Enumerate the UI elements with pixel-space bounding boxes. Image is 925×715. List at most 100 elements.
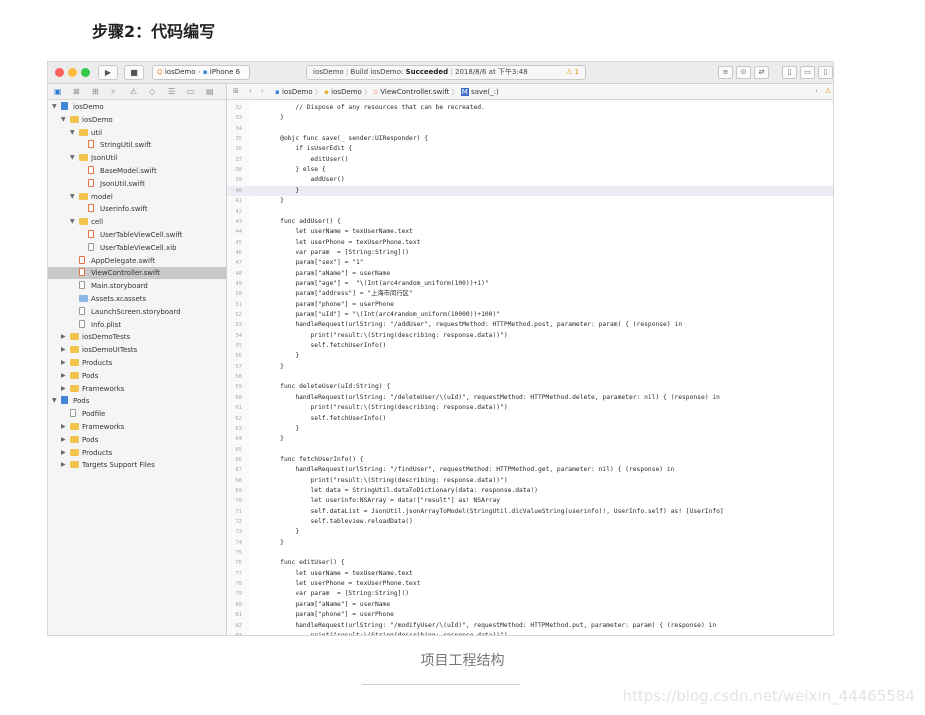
zoom-window-button[interactable] bbox=[81, 68, 90, 77]
disclosure-closed-icon[interactable]: ▶ bbox=[61, 331, 69, 343]
breadcrumb-item[interactable]: ViewController.swift bbox=[380, 88, 449, 96]
tree-item[interactable]: ▶ Frameworks bbox=[48, 383, 226, 395]
disclosure-closed-icon[interactable]: ▶ bbox=[61, 447, 69, 459]
tree-item[interactable]: ▼ JsonUtil bbox=[48, 152, 226, 164]
source-editor[interactable]: 32 // Dispose of any resources that can … bbox=[227, 100, 833, 636]
disclosure-open-icon[interactable]: ▼ bbox=[52, 101, 60, 113]
disclosure-open-icon[interactable]: ▼ bbox=[70, 152, 78, 164]
tree-item[interactable]: JsonUtil.swift bbox=[48, 178, 226, 190]
issue-navigator-icon[interactable]: ⚠ bbox=[130, 87, 137, 96]
toggle-navigator-icon[interactable]: ▯ bbox=[782, 66, 797, 79]
disclosure-open-icon[interactable]: ▼ bbox=[70, 191, 78, 203]
line-number: 55 bbox=[235, 343, 242, 350]
tree-item-label: Main.storyboard bbox=[91, 282, 148, 291]
tree-item[interactable]: UserTableViewCell.swift bbox=[48, 229, 226, 241]
tree-item[interactable]: ▶ Products bbox=[48, 447, 226, 459]
back-icon[interactable]: ‹ bbox=[815, 87, 818, 95]
tree-item[interactable]: ▶ Frameworks bbox=[48, 421, 226, 433]
toggle-debug-area-icon[interactable]: ▭ bbox=[800, 66, 815, 79]
tree-item[interactable]: ▼ cell bbox=[48, 216, 226, 228]
tree-item[interactable]: ▼ model bbox=[48, 191, 226, 203]
disclosure-closed-icon[interactable]: ▶ bbox=[61, 383, 69, 395]
doc-icon bbox=[70, 409, 76, 418]
disclosure-closed-icon[interactable]: ▶ bbox=[61, 434, 69, 446]
stop-icon: ■ bbox=[130, 68, 138, 77]
scheme-selector[interactable]: ⛭ iosDemo › ▪ iPhone 6 bbox=[152, 65, 250, 80]
tree-item[interactable]: LaunchScreen.storyboard bbox=[48, 306, 226, 318]
tree-item[interactable]: ▶ Pods bbox=[48, 370, 226, 382]
disclosure-closed-icon[interactable]: ▶ bbox=[61, 344, 69, 356]
breadcrumb-item[interactable]: iosDemo bbox=[282, 88, 313, 96]
tree-item[interactable]: ▶ Products bbox=[48, 357, 226, 369]
disclosure-open-icon[interactable]: ▼ bbox=[61, 114, 69, 126]
tree-item[interactable]: ▼ iosDemo bbox=[48, 114, 226, 126]
code-line: var param = [String:String]() bbox=[265, 248, 410, 256]
tree-item[interactable]: BaseModel.swift bbox=[48, 165, 226, 177]
back-icon[interactable]: ‹ bbox=[249, 87, 252, 95]
breadcrumb-item[interactable]: iosDemo bbox=[331, 88, 362, 96]
assistant-editor-icon[interactable]: ⊙ bbox=[736, 66, 751, 79]
tree-item[interactable]: ▶ iosDemoUITests bbox=[48, 344, 226, 356]
disclosure-closed-icon[interactable]: ▶ bbox=[61, 459, 69, 471]
line-number: 82 bbox=[235, 622, 242, 629]
tree-item[interactable]: ▶ Pods bbox=[48, 434, 226, 446]
code-line: param["age"] = "\(Int(arc4random_uniform… bbox=[265, 279, 489, 287]
report-navigator-icon[interactable]: ▤ bbox=[206, 87, 214, 96]
stop-button[interactable]: ■ bbox=[124, 65, 144, 80]
disclosure-closed-icon[interactable]: ▶ bbox=[61, 421, 69, 433]
line-number: 80 bbox=[235, 601, 242, 608]
tree-item[interactable]: StringUtil.swift bbox=[48, 139, 226, 151]
standard-editor-icon[interactable]: ≡ bbox=[718, 66, 733, 79]
tree-item[interactable]: ▼ util bbox=[48, 127, 226, 139]
navigator-selector-bar: ▣ ⊠ ⊞ ⌕ ⚠ ◇ ☰ ▭ ▤ bbox=[48, 84, 227, 100]
tree-item[interactable]: Assets.xcassets bbox=[48, 293, 226, 305]
symbol-navigator-icon[interactable]: ⊞ bbox=[92, 87, 99, 96]
forward-icon[interactable]: › bbox=[261, 87, 264, 95]
run-button[interactable]: ▶ bbox=[98, 65, 118, 80]
tree-item[interactable]: ▶ iosDemoTests bbox=[48, 331, 226, 343]
disclosure-open-icon[interactable]: ▼ bbox=[70, 127, 78, 139]
disclosure-closed-icon[interactable]: ▶ bbox=[61, 357, 69, 369]
line-number: 68 bbox=[235, 477, 242, 484]
folder-icon bbox=[70, 423, 79, 430]
tree-item[interactable]: Main.storyboard bbox=[48, 280, 226, 292]
code-line: print("result:\(String(describing: respo… bbox=[265, 631, 508, 636]
tree-item[interactable]: Podfile bbox=[48, 408, 226, 420]
tree-item[interactable]: ▼ iosDemo bbox=[48, 101, 226, 113]
debug-navigator-icon[interactable]: ☰ bbox=[168, 87, 175, 96]
disclosure-open-icon[interactable]: ▼ bbox=[52, 395, 60, 407]
toggle-utilities-icon[interactable]: ▯ bbox=[818, 66, 833, 79]
tree-item[interactable]: ▼ Pods bbox=[48, 395, 226, 407]
project-navigator-icon[interactable]: ▣ bbox=[54, 87, 62, 96]
source-control-icon[interactable]: ⊠ bbox=[73, 87, 80, 96]
tree-item[interactable]: ViewController.swift bbox=[48, 267, 226, 280]
line-number: 52 bbox=[235, 312, 242, 318]
tree-item[interactable]: Info.plist bbox=[48, 319, 226, 331]
warning-badge[interactable]: ⚠ 1 bbox=[566, 66, 579, 79]
folder-icon bbox=[70, 359, 79, 366]
warning-icon[interactable]: ⚠ bbox=[825, 87, 831, 95]
line-number: 63 bbox=[235, 425, 242, 432]
line-number: 83 bbox=[235, 632, 242, 636]
disclosure-closed-icon[interactable]: ▶ bbox=[61, 370, 69, 382]
disclosure-open-icon[interactable]: ▼ bbox=[70, 216, 78, 228]
tree-item[interactable]: UserTableViewCell.xib bbox=[48, 242, 226, 254]
minimize-window-button[interactable] bbox=[68, 68, 77, 77]
code-line: } bbox=[265, 114, 284, 122]
version-editor-icon[interactable]: ⇄ bbox=[754, 66, 769, 79]
code-line: addUser() bbox=[265, 176, 345, 184]
code-line: handleRequest(urlString: "/findUser", re… bbox=[265, 466, 675, 474]
search-icon[interactable]: ⌕ bbox=[111, 87, 115, 97]
tree-item[interactable]: ▶ Targets Support Files bbox=[48, 459, 226, 471]
code-line: handleRequest(urlString: "/deleteUser/\(… bbox=[265, 393, 720, 401]
test-navigator-icon[interactable]: ◇ bbox=[149, 87, 155, 96]
status-separator: | bbox=[450, 68, 453, 76]
breakpoint-navigator-icon[interactable]: ▭ bbox=[187, 87, 195, 96]
tree-item[interactable]: Userinfo.swift bbox=[48, 203, 226, 215]
tree-item[interactable]: AppDelegate.swift bbox=[48, 255, 226, 267]
tree-item-label: Targets Support Files bbox=[82, 461, 155, 470]
breadcrumb-item[interactable]: save(_:) bbox=[471, 88, 499, 96]
related-items-icon[interactable]: ⊞ bbox=[233, 87, 239, 95]
folder-icon bbox=[70, 333, 79, 341]
close-window-button[interactable] bbox=[55, 68, 64, 77]
